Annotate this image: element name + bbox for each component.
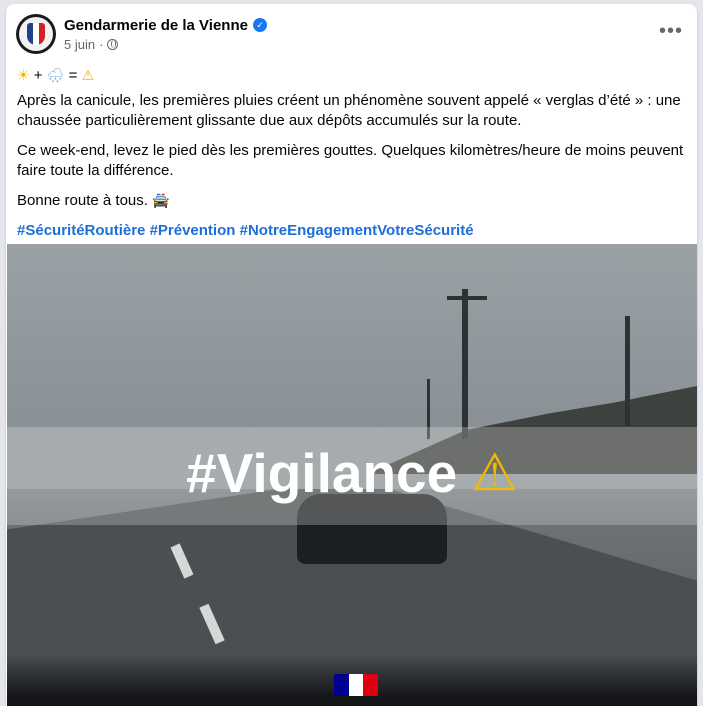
post-card: Gendarmerie de la Vienne ✓ 5 juin · ••• … — [6, 4, 697, 706]
more-options-icon[interactable]: ••• — [659, 20, 683, 43]
marianne-logo — [334, 674, 378, 696]
sun-emoji-icon: ☀ — [17, 68, 30, 84]
hashtag-link[interactable]: #Prévention — [150, 222, 236, 239]
gendarmerie-emblem-icon — [27, 23, 45, 45]
police-car-emoji-icon: 🚔 — [152, 193, 170, 209]
page-name-link[interactable]: Gendarmerie de la Vienne — [64, 17, 248, 34]
post-image[interactable]: #Vigilance ⚠ — [7, 244, 697, 706]
rain-cloud-emoji-icon: 🌧 — [46, 68, 65, 84]
verified-badge-icon: ✓ — [252, 18, 267, 32]
post-paragraph-3: Bonne route à tous. 🚔 — [17, 192, 170, 209]
warning-icon: ⚠ — [471, 443, 518, 503]
page-avatar[interactable] — [16, 14, 56, 54]
warning-emoji-icon: ⚠ — [81, 68, 95, 84]
hashtag-link[interactable]: #NotreEngagementVotreSécurité — [240, 222, 474, 239]
post-date-link[interactable]: 5 juin — [64, 37, 95, 52]
post-paragraph-2: Ce week-end, levez le pied dès les premi… — [17, 142, 684, 179]
hashtag-link[interactable]: #SécuritéRoutière — [17, 222, 145, 239]
post-text: ☀ + 🌧 = ⚠ Après la canicule, les premièr… — [17, 66, 687, 251]
emoji-line: ☀ + 🌧 = ⚠ — [17, 67, 95, 84]
post-meta: Gendarmerie de la Vienne ✓ 5 juin · — [64, 17, 267, 52]
hashtag-list: #SécuritéRoutière #Prévention #NotreEnga… — [17, 221, 687, 241]
image-overlay-title: #Vigilance ⚠ — [7, 434, 697, 512]
globe-icon — [107, 38, 119, 50]
post-header: Gendarmerie de la Vienne ✓ 5 juin · — [16, 14, 267, 54]
post-paragraph-1: Après la canicule, les premières pluies … — [17, 92, 681, 129]
